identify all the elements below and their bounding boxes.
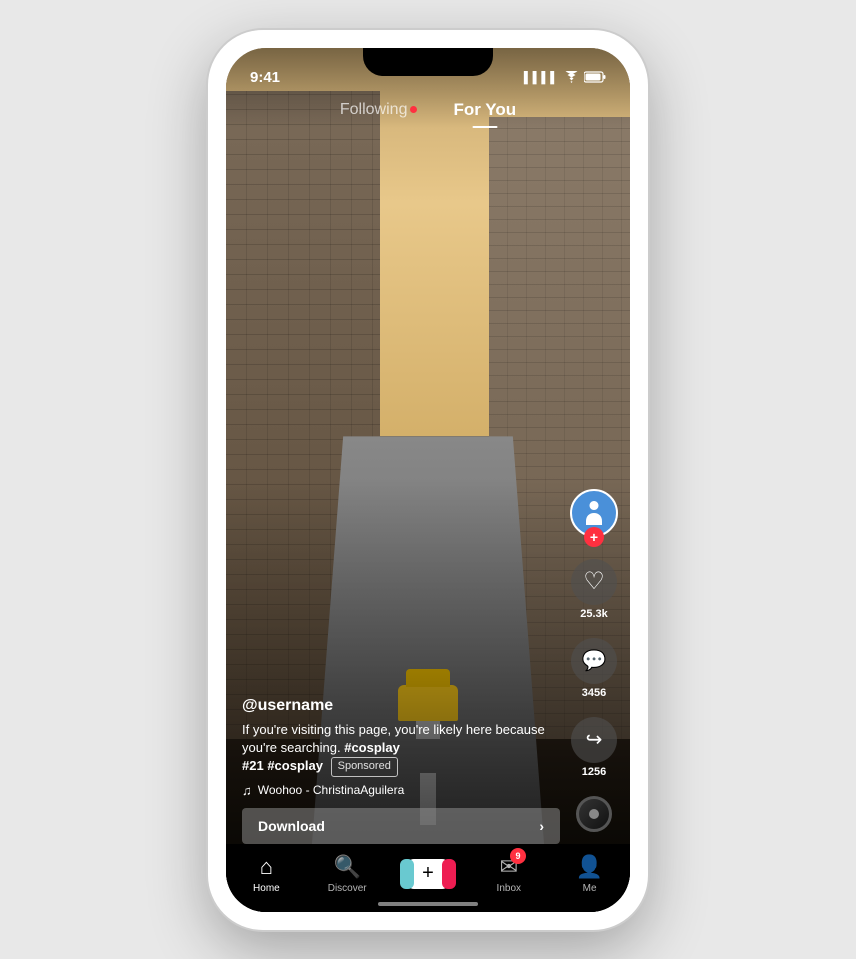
comment-icon: 💬 — [582, 648, 607, 673]
disc-inner — [589, 809, 599, 819]
video-description: If you're visiting this page, you're lik… — [242, 721, 560, 777]
like-icon-bg: ♡ — [571, 559, 617, 605]
comment-button[interactable]: 💬 3456 — [571, 638, 617, 699]
likes-count: 25.3k — [580, 608, 608, 620]
nav-create[interactable]: + — [403, 859, 453, 889]
nav-inbox[interactable]: ✉ 9 Inbox — [484, 854, 534, 894]
heart-icon: ♡ — [583, 567, 605, 596]
battery-icon — [584, 71, 606, 86]
home-label: Home — [253, 883, 280, 894]
download-label: Download — [258, 818, 325, 834]
search-icon: 🔍 — [333, 854, 360, 880]
username-label[interactable]: @username — [242, 697, 560, 715]
profile-icon: 👤 — [576, 854, 603, 880]
me-label: Me — [583, 883, 597, 894]
nav-home[interactable]: ⌂ Home — [241, 854, 291, 894]
share-icon: ↪ — [586, 727, 603, 752]
status-icons: ▌▌▌▌ — [524, 71, 606, 86]
wifi-icon — [564, 71, 579, 86]
discover-label: Discover — [328, 883, 367, 894]
home-indicator — [378, 902, 478, 906]
music-disc[interactable] — [576, 796, 612, 832]
nav-discover[interactable]: 🔍 Discover — [322, 854, 372, 894]
like-button[interactable]: ♡ 25.3k — [571, 559, 617, 620]
comment-icon-bg: 💬 — [571, 638, 617, 684]
tab-for-you[interactable]: For You — [445, 96, 524, 124]
nav-profile[interactable]: 👤 Me — [565, 854, 615, 894]
inbox-badge-count: 9 — [510, 848, 526, 864]
download-button[interactable]: Download › — [242, 808, 560, 844]
tab-following[interactable]: Following — [332, 97, 426, 123]
home-icon: ⌂ — [260, 854, 273, 880]
status-time: 9:41 — [250, 69, 280, 86]
plus-inner: + — [406, 859, 450, 889]
right-sidebar: + ♡ 25.3k 💬 3456 ↪ — [570, 489, 618, 832]
hashtag-21[interactable]: #21 — [242, 758, 264, 773]
music-info: ♫ Woohoo - ChristinaAguilera — [242, 783, 560, 798]
sponsored-badge: Sponsored — [331, 757, 398, 776]
live-dot — [410, 106, 417, 113]
avatar-container[interactable]: + — [570, 489, 618, 537]
notch — [363, 48, 493, 76]
video-info: @username If you're visiting this page, … — [242, 697, 560, 844]
follow-button[interactable]: + — [584, 527, 604, 547]
phone-frame: 9:41 ▌▌▌▌ — [208, 30, 648, 930]
share-icon-bg: ↪ — [571, 717, 617, 763]
hashtag-cosplay[interactable]: #cosplay — [344, 740, 400, 755]
phone-screen: 9:41 ▌▌▌▌ — [226, 48, 630, 912]
inbox-label: Inbox — [497, 883, 521, 894]
share-button[interactable]: ↪ 1256 — [571, 717, 617, 778]
hashtag-cosplay2[interactable]: #cosplay — [267, 758, 323, 773]
comments-count: 3456 — [582, 687, 606, 699]
disc-outer — [576, 796, 612, 832]
download-arrow-icon: › — [539, 818, 544, 834]
signal-icon: ▌▌▌▌ — [524, 72, 559, 84]
music-note-icon: ♫ — [242, 783, 252, 798]
shares-count: 1256 — [582, 766, 606, 778]
top-navigation: Following For You — [226, 92, 630, 124]
create-plus-button[interactable]: + — [406, 859, 450, 889]
music-name: Woohoo - ChristinaAguilera — [258, 783, 405, 797]
plus-icon: + — [422, 862, 434, 885]
